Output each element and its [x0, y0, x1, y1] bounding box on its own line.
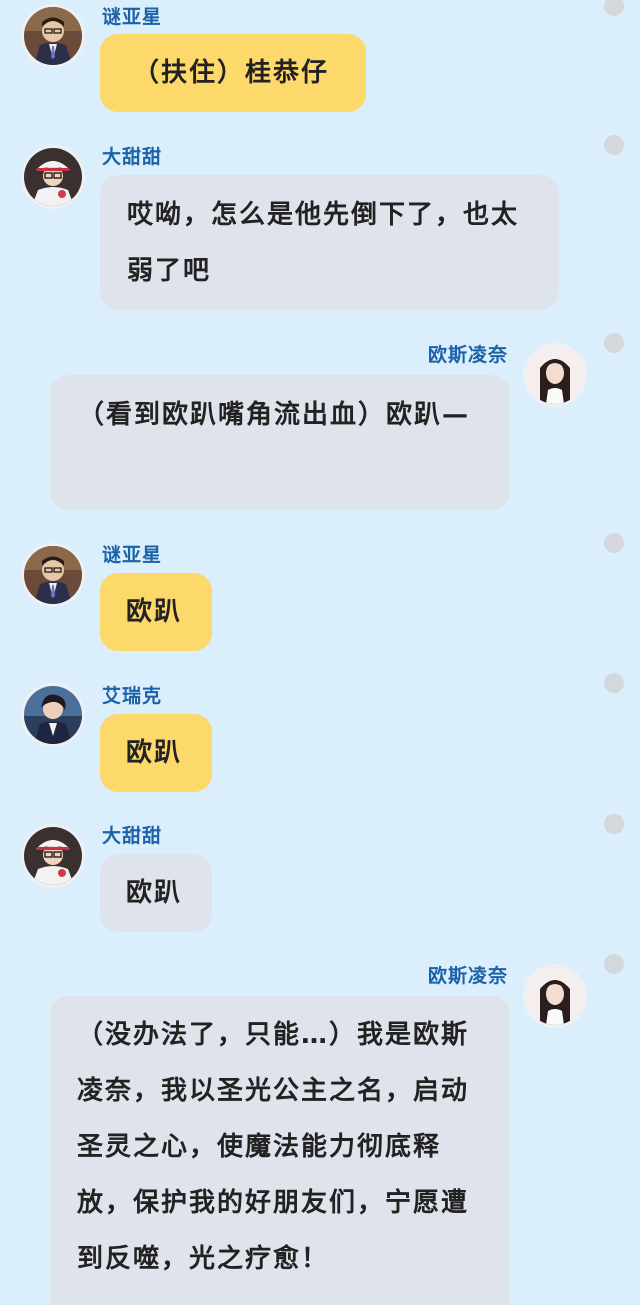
boy-glasses-icon — [24, 7, 82, 65]
sender-name: 大甜甜 — [102, 146, 163, 168]
boy-dark-hair-icon — [24, 686, 82, 744]
sender-name: 谜亚星 — [102, 544, 163, 566]
sender-name: 大甜甜 — [102, 825, 163, 847]
girl-long-hair-icon — [526, 967, 584, 1025]
message-status-dot — [604, 0, 624, 16]
girl-hat-icon — [24, 827, 82, 885]
message-status-dot — [604, 673, 624, 693]
avatar[interactable] — [21, 4, 85, 68]
message-bubble[interactable]: （扶住）桂恭仔 — [100, 34, 366, 112]
boy-glasses-icon — [24, 546, 82, 604]
message-bubble[interactable]: 欧趴 — [100, 573, 212, 651]
avatar[interactable] — [21, 824, 85, 888]
avatar[interactable] — [523, 964, 587, 1028]
avatar[interactable] — [21, 543, 85, 607]
message-status-dot — [604, 954, 624, 974]
sender-name: 欧斯凌奈 — [427, 965, 508, 987]
message-status-dot — [604, 533, 624, 553]
message-status-dot — [604, 333, 624, 353]
sender-name: 艾瑞克 — [102, 685, 163, 707]
sender-name: 谜亚星 — [102, 6, 163, 28]
avatar[interactable] — [21, 145, 85, 209]
message-status-dot — [604, 135, 624, 155]
girl-long-hair-icon — [526, 346, 584, 404]
girl-hat-icon — [24, 148, 82, 206]
sender-name: 欧斯凌奈 — [427, 344, 508, 366]
message-bubble[interactable]: 欧趴 — [100, 714, 212, 792]
message-bubble[interactable]: （没办法了，只能…）我是欧斯凌奈，我以圣光公主之名，启动圣灵之心，使魔法能力彻底… — [50, 996, 510, 1305]
message-status-dot — [604, 814, 624, 834]
message-bubble[interactable]: （看到欧趴嘴角流出血）欧趴— — [50, 375, 510, 510]
avatar[interactable] — [523, 343, 587, 407]
message-bubble[interactable]: 哎呦，怎么是他先倒下了，也太弱了吧 — [100, 175, 559, 310]
avatar[interactable] — [21, 683, 85, 747]
message-bubble[interactable]: 欧趴 — [100, 854, 212, 932]
